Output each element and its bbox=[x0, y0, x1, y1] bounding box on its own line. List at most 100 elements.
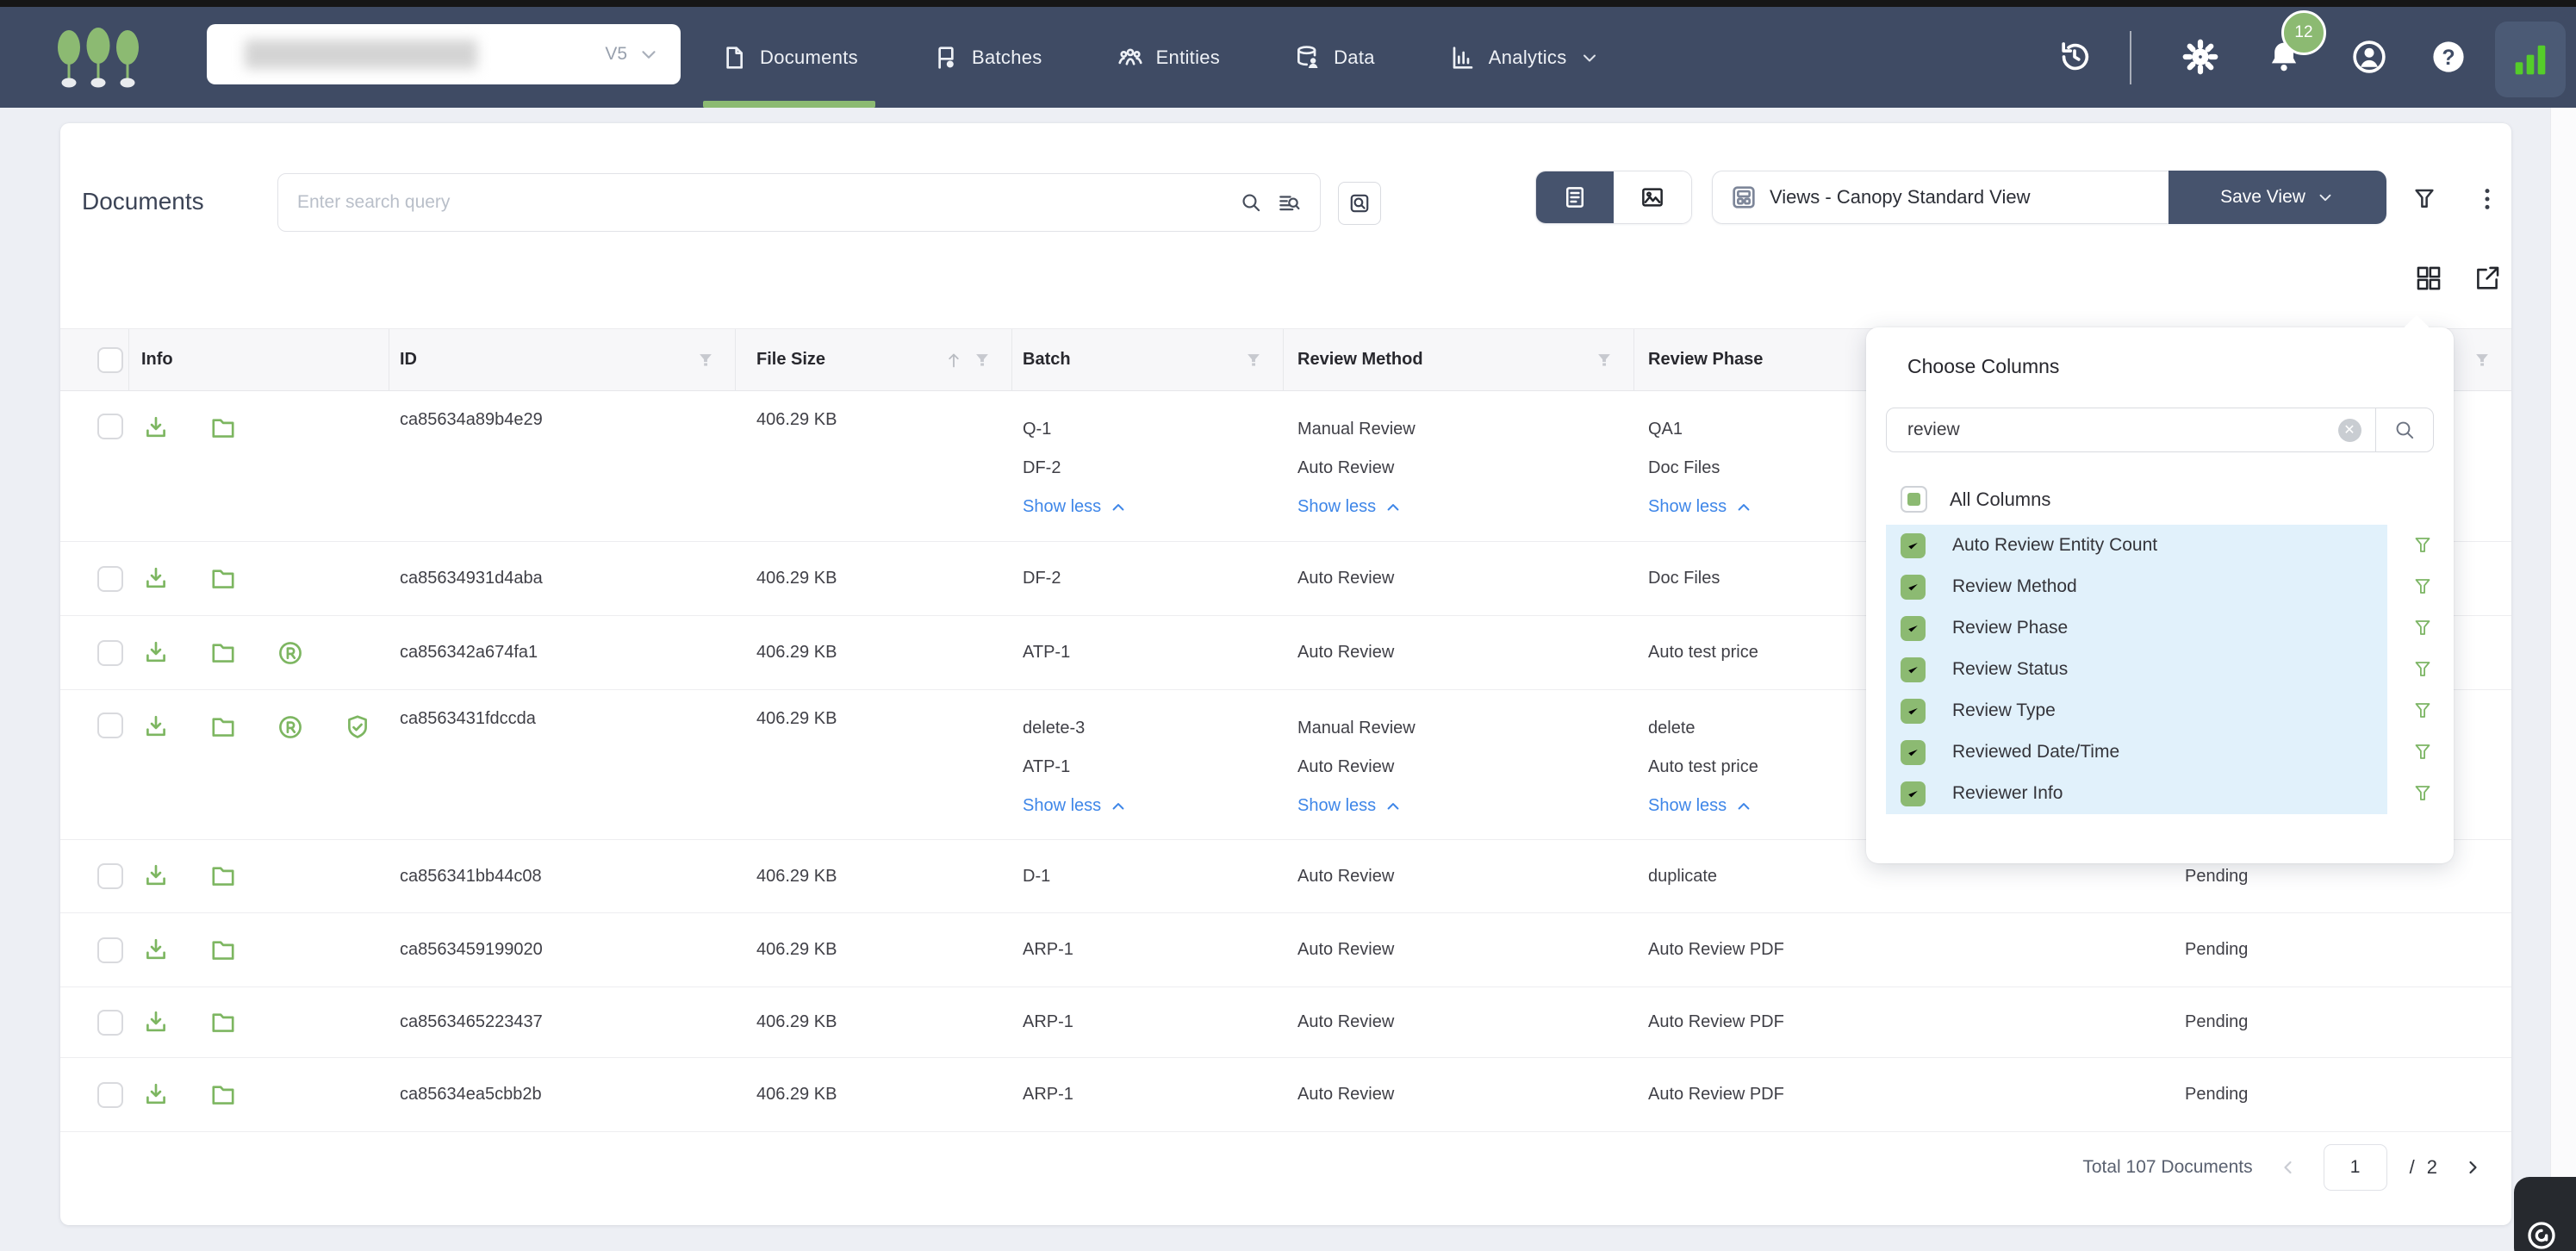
column-option-reviewed-date-time[interactable]: Reviewed Date/Time bbox=[1886, 731, 2387, 773]
save-view-button[interactable]: Save View bbox=[2168, 171, 2386, 224]
column-header-hidden[interactable] bbox=[60, 329, 129, 390]
show-less-link[interactable]: Show less bbox=[1648, 787, 1758, 825]
option-filter-icon[interactable] bbox=[2411, 741, 2434, 763]
history-icon[interactable] bbox=[2055, 37, 2094, 77]
project-selector[interactable]: V5 bbox=[207, 24, 681, 84]
list-view-toggle[interactable] bbox=[1536, 171, 1614, 223]
show-less-link[interactable]: Show less bbox=[1648, 488, 1752, 526]
row-checkbox[interactable] bbox=[97, 1082, 123, 1108]
column-option-review-method[interactable]: Review Method bbox=[1886, 566, 2387, 607]
chat-widget[interactable] bbox=[2514, 1177, 2576, 1251]
nav-item-batches[interactable]: Batches bbox=[920, 7, 1055, 108]
column-filter-icon[interactable] bbox=[1594, 350, 1615, 370]
download-icon[interactable] bbox=[141, 564, 171, 594]
scrollbar[interactable] bbox=[2550, 108, 2576, 1251]
views-selector[interactable]: Views - Canopy Standard View bbox=[1712, 171, 2168, 224]
column-filter-icon[interactable] bbox=[1243, 350, 1264, 370]
folder-icon[interactable] bbox=[208, 414, 238, 443]
views-icon bbox=[1730, 184, 1758, 211]
choose-columns-icon[interactable] bbox=[2411, 261, 2446, 296]
canopy-logo[interactable] bbox=[45, 26, 152, 93]
row-checkbox[interactable] bbox=[97, 937, 123, 963]
column-header-file-size[interactable]: File Size bbox=[736, 329, 1012, 390]
option-filter-icon[interactable] bbox=[2411, 617, 2434, 639]
folder-icon[interactable] bbox=[208, 713, 238, 742]
nav-item-analytics[interactable]: Analytics bbox=[1437, 7, 1612, 108]
show-less-link[interactable]: Show less bbox=[1023, 488, 1127, 526]
download-icon[interactable] bbox=[141, 1080, 171, 1110]
column-header-review-method[interactable]: Review Method bbox=[1284, 329, 1634, 390]
show-less-link[interactable]: Show less bbox=[1023, 787, 1127, 825]
row-checkbox[interactable] bbox=[97, 713, 123, 738]
folder-icon[interactable] bbox=[208, 1008, 238, 1037]
search-input[interactable] bbox=[278, 192, 1232, 213]
row-checkbox[interactable] bbox=[97, 1010, 123, 1036]
column-search-input[interactable] bbox=[1887, 420, 2338, 440]
search-icon[interactable] bbox=[2376, 419, 2433, 441]
option-filter-icon[interactable] bbox=[2411, 700, 2434, 722]
usage-chart-icon[interactable] bbox=[2495, 22, 2566, 97]
checked-checkbox[interactable] bbox=[1901, 616, 1926, 641]
column-option-review-type[interactable]: Review Type bbox=[1886, 690, 2387, 731]
row-checkbox[interactable] bbox=[97, 566, 123, 592]
column-filter-icon[interactable] bbox=[695, 350, 716, 370]
show-less-link[interactable]: Show less bbox=[1297, 787, 1416, 825]
column-header-id[interactable]: ID bbox=[389, 329, 736, 390]
column-filter-icon[interactable] bbox=[972, 350, 992, 370]
search-icon[interactable] bbox=[1232, 184, 1270, 221]
checked-checkbox[interactable] bbox=[1901, 781, 1926, 806]
checked-checkbox[interactable] bbox=[1901, 533, 1926, 558]
pagination: Total 107 Documents 1 /2 bbox=[2082, 1142, 2486, 1193]
next-page-icon[interactable] bbox=[2460, 1155, 2486, 1180]
column-option-review-phase[interactable]: Review Phase bbox=[1886, 607, 2387, 649]
download-icon[interactable] bbox=[141, 862, 171, 891]
row-checkbox[interactable] bbox=[97, 414, 123, 439]
column-header-info[interactable]: Info bbox=[129, 329, 389, 390]
option-filter-icon[interactable] bbox=[2411, 658, 2434, 681]
all-columns-checkbox[interactable] bbox=[1901, 486, 1927, 513]
avatar-icon[interactable] bbox=[2349, 37, 2389, 77]
nav-item-entities[interactable]: Entities bbox=[1104, 7, 1233, 108]
download-icon[interactable] bbox=[141, 1008, 171, 1037]
column-header-batch[interactable]: Batch bbox=[1012, 329, 1284, 390]
all-columns-toggle[interactable]: All Columns bbox=[1901, 486, 2050, 513]
folder-icon[interactable] bbox=[208, 564, 238, 594]
gear-icon[interactable] bbox=[2181, 37, 2220, 77]
show-less-link[interactable]: Show less bbox=[1297, 488, 1416, 526]
column-filter-icon[interactable] bbox=[2472, 350, 2492, 370]
export-icon[interactable] bbox=[2470, 261, 2504, 296]
column-option-auto-review-entity-count[interactable]: Auto Review Entity Count bbox=[1886, 525, 2387, 566]
checked-checkbox[interactable] bbox=[1901, 657, 1926, 682]
current-page-input[interactable]: 1 bbox=[2324, 1144, 2387, 1191]
checked-checkbox[interactable] bbox=[1901, 575, 1926, 600]
folder-icon[interactable] bbox=[208, 862, 238, 891]
nav-item-data[interactable]: Data bbox=[1282, 7, 1387, 108]
download-icon[interactable] bbox=[141, 936, 171, 965]
prev-page-icon[interactable] bbox=[2275, 1155, 2301, 1180]
select-all-checkbox[interactable] bbox=[97, 347, 123, 373]
folder-icon[interactable] bbox=[208, 936, 238, 965]
checked-checkbox[interactable] bbox=[1901, 740, 1926, 765]
row-checkbox[interactable] bbox=[97, 863, 123, 889]
option-filter-icon[interactable] bbox=[2411, 576, 2434, 598]
nav-item-documents[interactable]: Documents bbox=[708, 7, 870, 108]
checked-checkbox[interactable] bbox=[1901, 699, 1926, 724]
advanced-search-icon[interactable] bbox=[1270, 184, 1308, 221]
folder-icon[interactable] bbox=[208, 638, 238, 668]
folder-icon[interactable] bbox=[208, 1080, 238, 1110]
column-option-reviewer-info[interactable]: Reviewer Info bbox=[1886, 773, 2387, 814]
download-icon[interactable] bbox=[141, 414, 171, 443]
help-icon[interactable]: ? bbox=[2429, 37, 2468, 77]
column-option-review-status[interactable]: Review Status bbox=[1886, 649, 2387, 690]
option-filter-icon[interactable] bbox=[2411, 534, 2434, 557]
image-view-toggle[interactable] bbox=[1614, 171, 1691, 223]
row-checkbox[interactable] bbox=[97, 640, 123, 666]
search-in-document-button[interactable] bbox=[1338, 182, 1381, 225]
download-icon[interactable] bbox=[141, 638, 171, 668]
clear-search-icon[interactable]: ✕ bbox=[2338, 419, 2361, 442]
filter-icon[interactable] bbox=[2407, 182, 2442, 216]
sort-ascending-icon[interactable] bbox=[943, 349, 965, 371]
option-filter-icon[interactable] bbox=[2411, 782, 2434, 805]
kebab-menu-icon[interactable] bbox=[2473, 182, 2502, 216]
download-icon[interactable] bbox=[141, 713, 171, 742]
